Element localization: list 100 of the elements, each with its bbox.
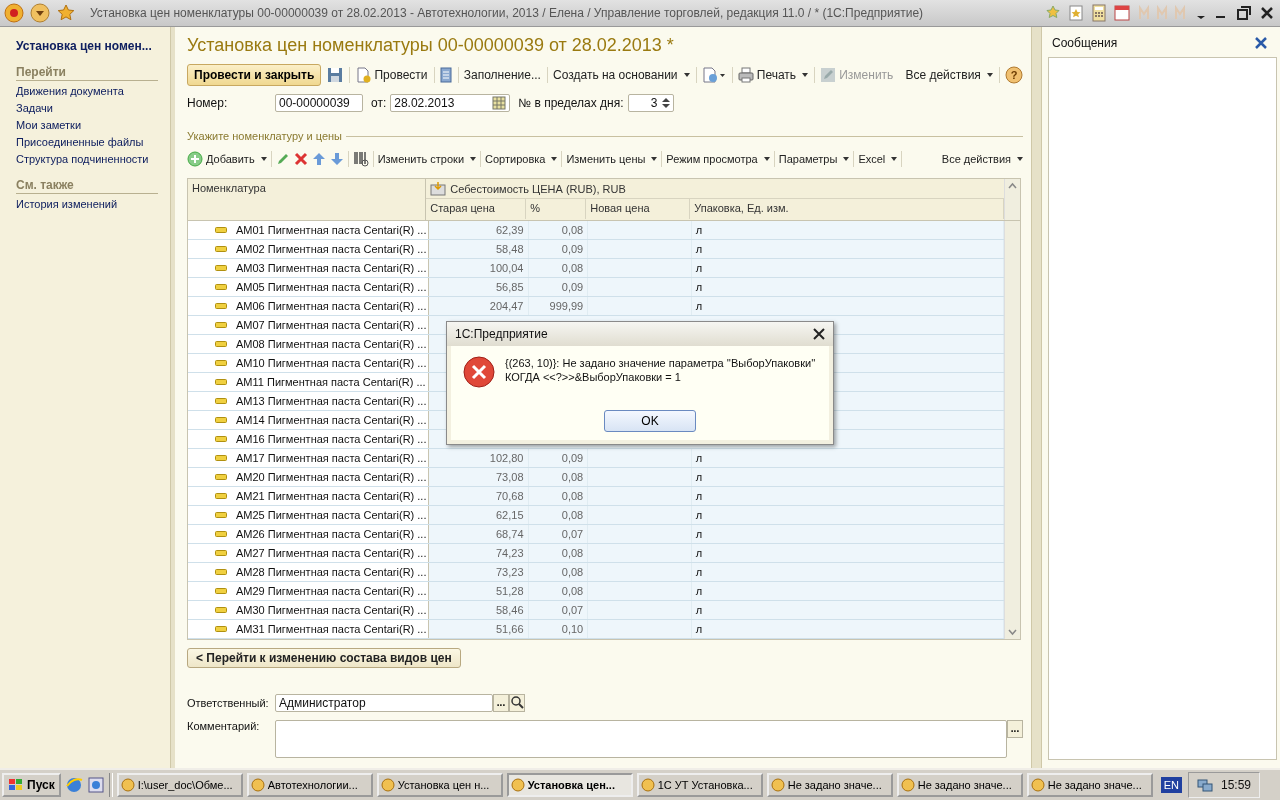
table-cell: л xyxy=(691,620,1005,638)
sidebar-link[interactable]: Задачи xyxy=(16,102,164,114)
help-icon[interactable]: ? xyxy=(1004,66,1023,84)
date-field[interactable]: 28.02.2013 xyxy=(390,94,511,112)
toolbar-menu[interactable]: Excel xyxy=(858,153,898,165)
table-cell: 0,08 xyxy=(528,582,589,600)
sidebar-title[interactable]: Установка цен номен... xyxy=(16,39,164,53)
fill-button[interactable]: Заполнение... xyxy=(463,68,541,82)
taskbar-button[interactable]: Установка цен... xyxy=(506,773,633,797)
print-menu[interactable]: Печать xyxy=(737,67,809,83)
table-cell: 58,46 xyxy=(429,601,529,619)
table-cell: 0,08 xyxy=(528,221,589,239)
number-label: Номер: xyxy=(187,96,229,110)
section-title: Укажите номенклатуру и цены xyxy=(187,130,342,142)
sidebar-link[interactable]: Присоединенные файлы xyxy=(16,136,164,148)
select-button[interactable]: ... xyxy=(493,694,509,712)
window-title: Установка цен номенклатуры 00-00000039 от 28.02.2013 - Автотехнологии, 2013 / Елена / Управление торговлей, редакция 11.0 / * (1С:Предприятие) xyxy=(90,6,924,20)
table-cell: 73,08 xyxy=(429,468,529,486)
error-message: {(263, 10)}: Не задано значение параметра ''ВыборУпаковки'' КОГДА <<?>>&ВыборУпаковки = 1 xyxy=(505,356,816,384)
taskbar-button[interactable]: Установка цен н... xyxy=(376,773,503,797)
toolbar-menu[interactable]: Все действия xyxy=(941,153,1023,165)
taskbar-button[interactable]: I:\user_doc\Обме... xyxy=(116,773,243,797)
table-cell: л xyxy=(691,525,1005,543)
column-header[interactable]: % xyxy=(526,199,587,219)
sidebar-link[interactable]: Структура подчиненности xyxy=(16,153,164,165)
number-field[interactable]: 00-00000039 xyxy=(275,94,363,112)
language-indicator[interactable]: EN xyxy=(1160,777,1182,793)
ok-button[interactable]: OK xyxy=(604,410,696,432)
table-cell: 56,85 xyxy=(429,278,529,296)
dialog-title: 1С:Предприятие xyxy=(455,327,548,341)
column-header[interactable]: Старая цена xyxy=(426,199,527,219)
table-cell: 58,48 xyxy=(429,240,529,258)
table-cell: 0,09 xyxy=(528,449,589,467)
responsible-field[interactable]: Администратор xyxy=(275,694,493,712)
table-cell: 51,28 xyxy=(429,582,529,600)
table-cell: л xyxy=(691,297,1005,315)
document-title: Установка цен номенклатуры 00-00000039 от 28.02.2013 * xyxy=(187,35,675,56)
create-based-on-menu[interactable]: Создать на основании xyxy=(553,68,690,82)
table-cell: л xyxy=(691,487,1005,505)
table-cell: 0,08 xyxy=(528,487,589,505)
day-number-label: № в пределах дня: xyxy=(518,96,624,110)
table-cell: л xyxy=(691,449,1005,467)
table-cell: 51,66 xyxy=(429,620,529,638)
table-cell: 102,80 xyxy=(429,449,529,467)
table-cell: 0,08 xyxy=(528,544,589,562)
taskbar-button[interactable]: 1С УТ Установка... xyxy=(636,773,763,797)
table-cell: 0,10 xyxy=(528,620,589,638)
panel-title: Сообщения xyxy=(1052,36,1118,50)
table-cell: л xyxy=(691,582,1005,600)
table-cell: 68,74 xyxy=(429,525,529,543)
table-cell: 204,47 xyxy=(429,297,529,315)
section-heading: См. также xyxy=(16,178,158,194)
add-menu[interactable]: Добавить xyxy=(187,151,267,167)
column-header[interactable]: Номенклатура xyxy=(188,179,427,220)
table-cell: 0,07 xyxy=(528,601,589,619)
table-cell: л xyxy=(691,563,1005,581)
table-cell: 100,04 xyxy=(429,259,529,277)
section-heading: Перейти xyxy=(16,65,158,81)
post-button[interactable]: Провести xyxy=(355,67,428,83)
all-actions-menu[interactable]: Все действия xyxy=(905,68,993,82)
table-cell: л xyxy=(691,601,1005,619)
table-cell: 0,09 xyxy=(528,240,589,258)
toolbar-menu[interactable]: Параметры xyxy=(778,153,850,165)
table-cell: 73,23 xyxy=(429,563,529,581)
toolbar-menu[interactable]: Режим просмотра xyxy=(666,153,770,165)
taskbar-button[interactable]: Не задано значе... xyxy=(1026,773,1153,797)
post-and-close-button[interactable]: Провести и закрыть xyxy=(187,64,322,86)
table-cell: 0,08 xyxy=(528,468,589,486)
table-cell: 62,15 xyxy=(429,506,529,524)
table-cell: л xyxy=(691,468,1005,486)
taskbar-button[interactable]: Не задано значе... xyxy=(766,773,893,797)
select-button[interactable]: ... xyxy=(1007,720,1023,738)
taskbar-button[interactable]: Автотехнологии... xyxy=(246,773,373,797)
taskbar-button[interactable]: Не задано значе... xyxy=(896,773,1023,797)
clock: 15:59 xyxy=(1220,778,1251,792)
table-cell: л xyxy=(691,259,1005,277)
back-button[interactable]: < Перейти к изменению состава видов цен xyxy=(187,648,461,668)
sidebar-link[interactable]: Мои заметки xyxy=(16,119,164,131)
table-cell: л xyxy=(691,278,1005,296)
comment-label: Комментарий: xyxy=(187,720,261,732)
table-cell: л xyxy=(691,221,1005,239)
table-cell: 70,68 xyxy=(429,487,529,505)
table-cell: 62,39 xyxy=(429,221,529,239)
start-button[interactable]: Пуск xyxy=(2,773,61,797)
toolbar-menu[interactable]: Изменить цены xyxy=(566,153,658,165)
table-cell: л xyxy=(691,240,1005,258)
sidebar-link[interactable]: Движения документа xyxy=(16,85,164,97)
table-cell: 0,07 xyxy=(528,525,589,543)
column-group-header[interactable]: Себестоимость ЦЕНА (RUB), RUB xyxy=(426,179,1005,199)
toolbar-menu[interactable]: Изменить строки xyxy=(377,153,477,165)
table-cell: 0,08 xyxy=(528,506,589,524)
table-cell: 0,08 xyxy=(528,259,589,277)
table-cell: л xyxy=(691,544,1005,562)
table-cell: 74,23 xyxy=(429,544,529,562)
toolbar-menu[interactable]: Сортировка xyxy=(485,153,558,165)
table-cell: л xyxy=(691,506,1005,524)
column-header[interactable]: Новая цена xyxy=(586,199,691,219)
date-label: от: xyxy=(371,96,387,110)
sidebar-link[interactable]: История изменений xyxy=(16,198,164,210)
day-number-field[interactable]: 3 xyxy=(627,94,674,112)
